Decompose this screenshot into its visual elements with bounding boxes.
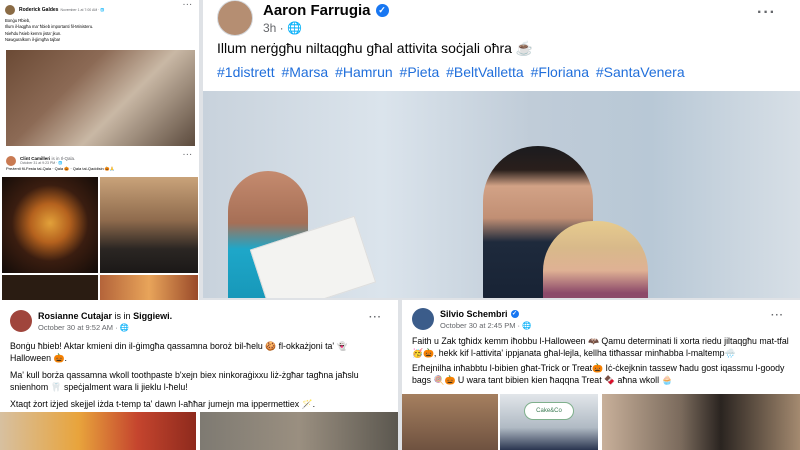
post-photo[interactable]	[200, 412, 398, 450]
post-header: Silvio Schembri ✓ October 30 at 2:45 PM ·…	[412, 308, 531, 330]
post-photo[interactable]	[203, 91, 800, 298]
avatar[interactable]	[5, 4, 15, 15]
post-header: Rosianne Cutajar is in Siggiewi. October…	[10, 310, 172, 332]
more-options-icon[interactable]: ···	[183, 152, 193, 159]
verified-badge-icon: ✓	[510, 309, 519, 318]
hashtag-link[interactable]: #Hamrun	[335, 64, 393, 80]
post-photo[interactable]	[2, 275, 98, 300]
more-options-icon[interactable]: ···	[369, 312, 382, 323]
post-header: Aaron Farrugia ✓ 3h · 🌐	[217, 0, 389, 36]
post-text: Faith u Zak tgħidx kemm iħobbu l-Hallowe…	[412, 336, 792, 390]
hashtag-link[interactable]: #1distrett	[217, 64, 275, 80]
avatar[interactable]	[6, 155, 16, 166]
hashtag-link[interactable]: #Floriana	[531, 64, 589, 80]
post-photo[interactable]	[0, 412, 196, 450]
post-photo[interactable]	[100, 275, 198, 300]
more-options-icon[interactable]: ···	[757, 4, 776, 22]
hashtag-link[interactable]: #BeltValletta	[446, 64, 524, 80]
post-header: Clint Camilleri is in Il-Qala. October 3…	[0, 150, 199, 166]
location-prefix: is in	[114, 310, 131, 321]
avatar[interactable]	[412, 308, 434, 330]
post-card-roderick: Roderick Galdes November 1 at 7:00 AM · …	[0, 0, 199, 150]
post-paragraph: Ma' kull borża qassamna wkoll toothpaste…	[10, 370, 359, 392]
post-text: Preżenti fil-Festa tal-Qala · Qala 🎃 · Q…	[6, 166, 115, 171]
post-paragraph: Erħejnilha inħabbtu l-bibien għat-Trick …	[412, 363, 785, 385]
location-link[interactable]: Siggiewi.	[133, 311, 172, 321]
post-card-rosianne: Rosianne Cutajar is in Siggiewi. October…	[0, 300, 398, 450]
post-card-aaron: Aaron Farrugia ✓ 3h · 🌐 ··· Illum nerġgħu…	[203, 0, 800, 298]
post-paragraph: Xtaqt żort iżjed skejjel iżda t-temp ta'…	[10, 399, 316, 409]
post-text-line: Nawguralkom il-ġimgħa tajba!	[5, 37, 61, 43]
author-name[interactable]: Silvio Schembri	[440, 309, 508, 319]
hashtag-link[interactable]: #Pieta	[400, 64, 440, 80]
author-name[interactable]: Rosianne Cutajar	[38, 311, 112, 321]
post-timestamp[interactable]: October 30 at 2:45 PM · 🌐	[440, 321, 531, 330]
post-text: Illum nerġgħu niltaqgħu għal attivita so…	[217, 40, 534, 56]
more-options-icon[interactable]: ···	[183, 2, 193, 9]
shop-logo: Cake&Co	[524, 402, 574, 420]
post-paragraph: Faith u Zak tgħidx kemm iħobbu l-Hallowe…	[412, 336, 789, 358]
post-timestamp[interactable]: October 30 at 9:52 AM · 🌐	[38, 323, 172, 332]
author-name[interactable]: Aaron Farrugia	[263, 2, 371, 19]
hashtag-link[interactable]: #SantaVenera	[596, 64, 685, 80]
post-card-clint: Clint Camilleri is in Il-Qala. October 3…	[0, 150, 199, 300]
author-name[interactable]: Roderick Galdes	[19, 7, 58, 13]
post-photo[interactable]	[100, 177, 198, 273]
post-timestamp[interactable]: November 1 at 7:00 AM · 🌐	[60, 8, 104, 12]
post-text: Bonġu ħbieb! Aktar kmieni din il-ġimgħa …	[10, 340, 390, 415]
post-timestamp[interactable]: 3h · 🌐	[263, 21, 389, 35]
avatar[interactable]	[217, 0, 253, 36]
post-timestamp[interactable]: October 31 at 9:23 PM · 🌐	[20, 161, 75, 165]
verified-badge-icon: ✓	[375, 3, 389, 17]
more-options-icon[interactable]: ···	[771, 310, 784, 321]
hashtag-link[interactable]: #Marsa	[281, 64, 328, 80]
feed-collage: Roderick Galdes November 1 at 7:00 AM · …	[0, 0, 800, 450]
post-photo[interactable]	[602, 394, 800, 450]
avatar[interactable]	[10, 310, 32, 332]
post-header: Roderick Galdes November 1 at 7:00 AM · …	[0, 0, 199, 16]
post-text: Bonġu Ħbieb, Illum il-laqgħa ma' ħbieb i…	[0, 16, 199, 48]
hashtag-list: #1distrett #Marsa #Hamrun #Pieta #BeltVa…	[217, 64, 688, 80]
post-photo[interactable]: Cake&Co	[500, 394, 598, 450]
post-photo[interactable]	[2, 177, 98, 273]
post-card-silvio: Silvio Schembri ✓ October 30 at 2:45 PM ·…	[402, 300, 800, 450]
post-photo[interactable]	[6, 50, 195, 146]
post-photo[interactable]	[402, 394, 498, 450]
post-paragraph: Bonġu ħbieb! Aktar kmieni din il-ġimgħa …	[10, 341, 348, 363]
